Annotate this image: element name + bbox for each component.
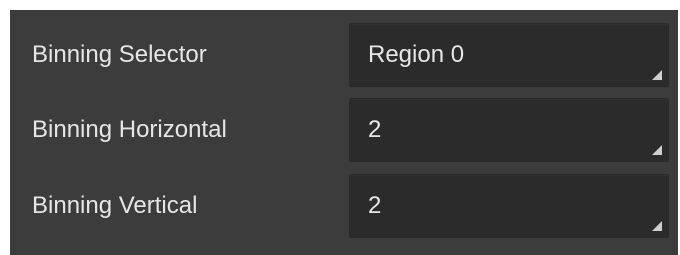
binning-selector-dropdown[interactable]: Region 0 [349, 23, 669, 87]
property-label: Binning Horizontal [32, 116, 227, 143]
binning-vertical-dropdown[interactable]: 2 [349, 174, 669, 238]
property-value: 2 [368, 116, 382, 143]
property-label: Binning Selector [32, 41, 207, 68]
binning-horizontal-dropdown[interactable]: 2 [349, 98, 669, 162]
property-row-binning-vertical: Binning Vertical 2 [10, 174, 678, 238]
binning-properties-panel: Binning Selector Region 0 Binning Horizo… [10, 10, 678, 255]
property-row-binning-horizontal: Binning Horizontal 2 [10, 98, 678, 162]
dropdown-corner-icon [652, 221, 662, 231]
property-row-binning-selector: Binning Selector Region 0 [10, 23, 678, 87]
property-value: 2 [368, 192, 382, 219]
dropdown-corner-icon [652, 145, 662, 155]
property-label: Binning Vertical [32, 192, 198, 219]
property-value: Region 0 [368, 41, 465, 68]
dropdown-corner-icon [652, 70, 662, 80]
